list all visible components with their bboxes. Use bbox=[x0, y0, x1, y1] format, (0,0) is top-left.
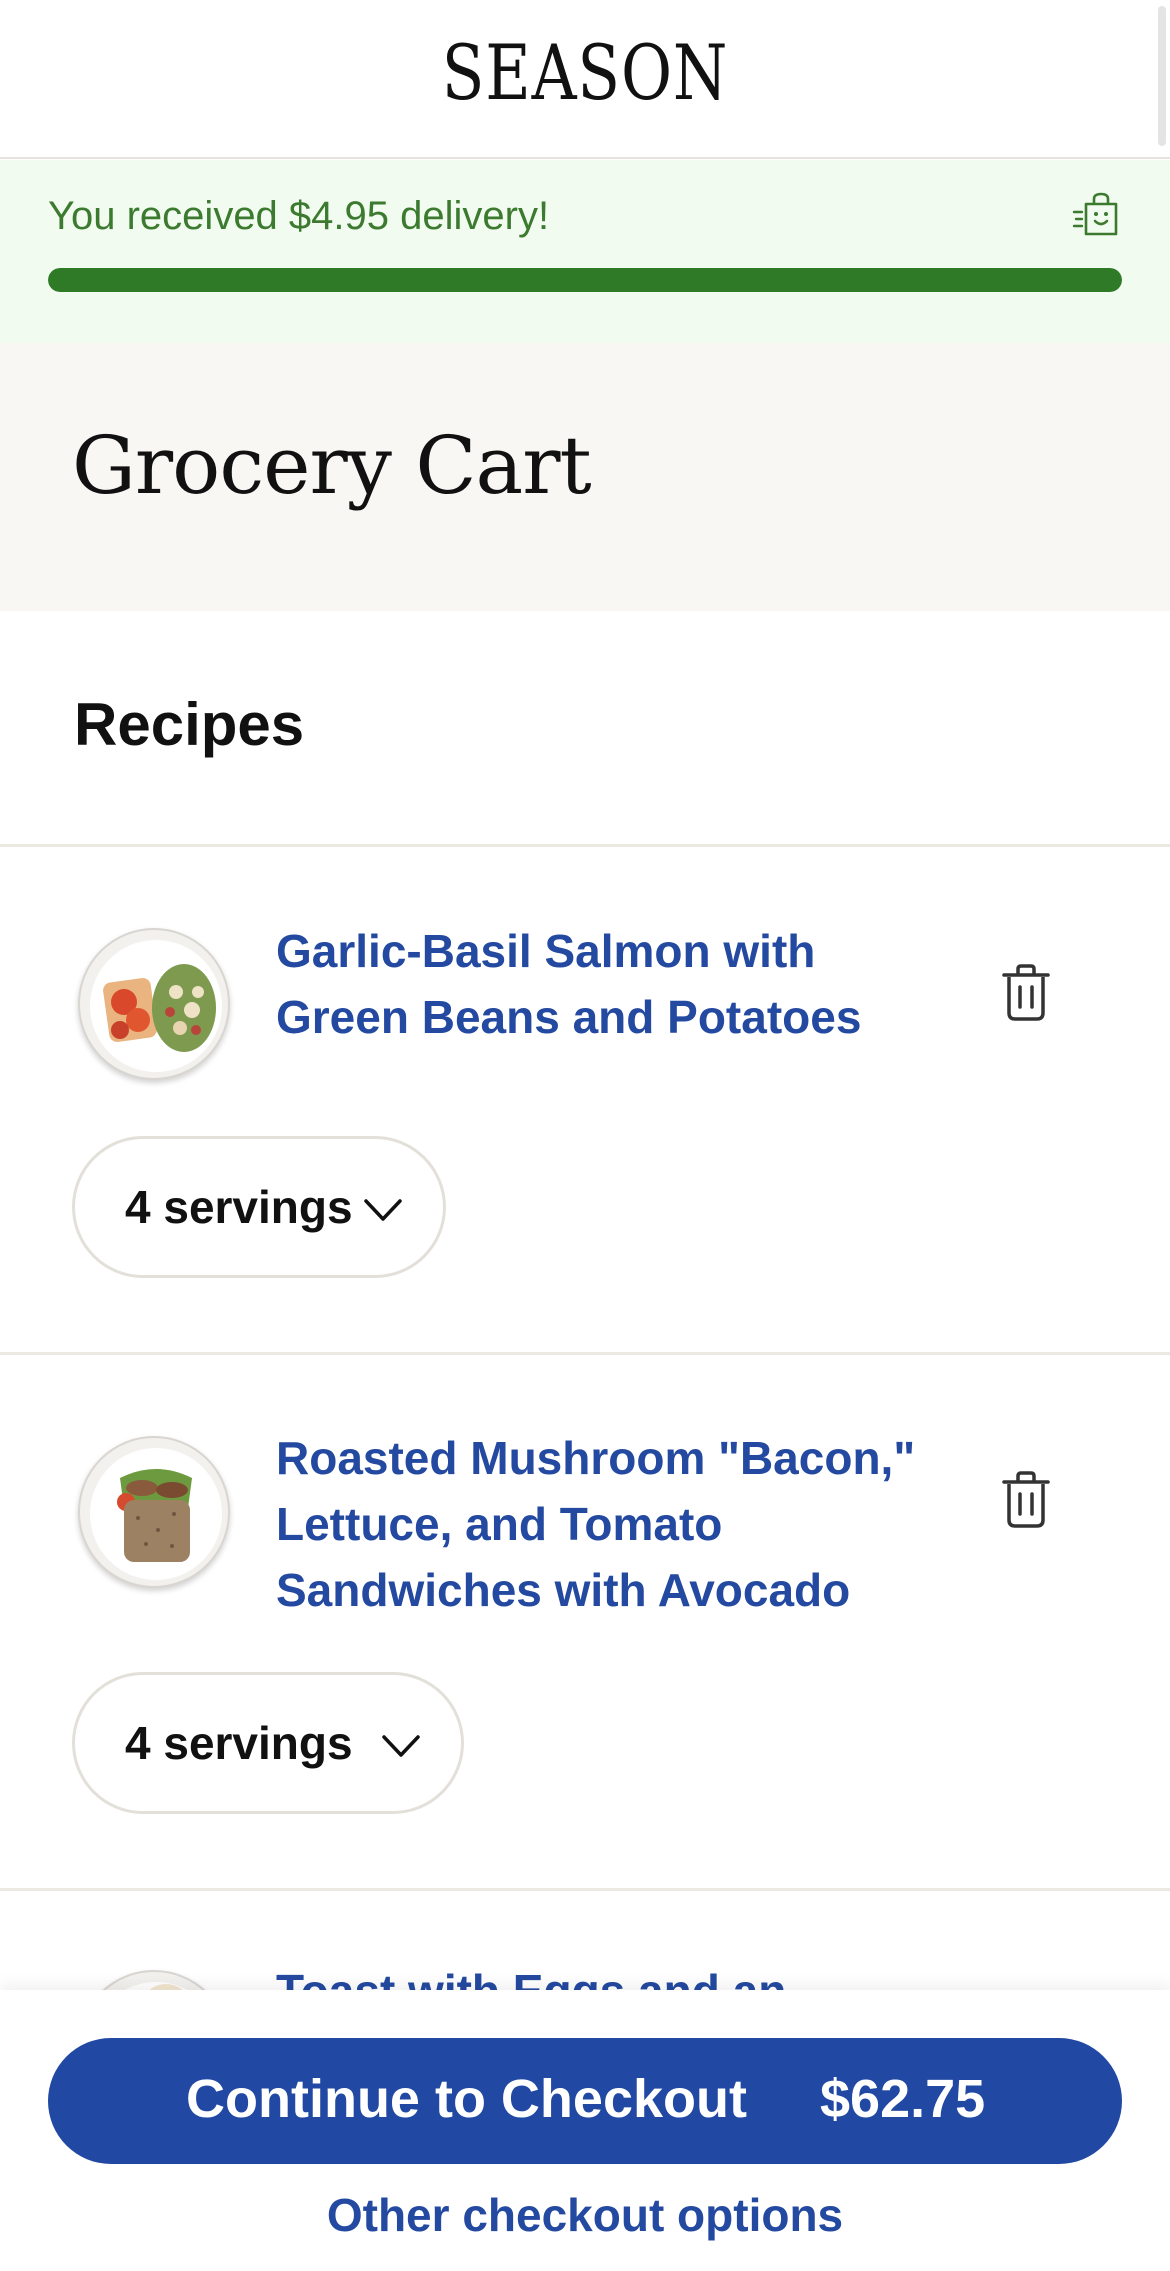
delivery-progress-bar bbox=[48, 268, 1122, 292]
servings-value: 4 servings bbox=[125, 1717, 353, 1769]
page-title-band: Grocery Cart bbox=[0, 343, 1170, 611]
delivery-promo-banner: You received $4.95 delivery! bbox=[0, 160, 1170, 343]
shopping-bag-icon bbox=[1072, 192, 1118, 236]
servings-dropdown[interactable]: 4 servings bbox=[72, 1136, 446, 1278]
divider bbox=[0, 1888, 1170, 1891]
trash-icon[interactable] bbox=[1000, 963, 1052, 1023]
app-header: SEASON bbox=[0, 0, 1170, 159]
chevron-down-icon bbox=[382, 1735, 420, 1757]
checkout-button-label: Continue to Checkout bbox=[186, 2069, 747, 2129]
chevron-down-icon bbox=[364, 1199, 402, 1221]
checkout-footer: Continue to Checkout $62.75 Other checko… bbox=[0, 1990, 1170, 2271]
page-title: Grocery Cart bbox=[72, 419, 592, 512]
divider bbox=[0, 844, 1170, 847]
checkout-total: $62.75 bbox=[820, 2069, 986, 2129]
trash-icon[interactable] bbox=[1000, 1470, 1052, 1530]
season-logo[interactable]: SEASON bbox=[105, 28, 1064, 117]
salmon-plate-image[interactable] bbox=[78, 928, 230, 1080]
servings-value: 4 servings bbox=[125, 1181, 353, 1233]
divider bbox=[0, 1352, 1170, 1355]
continue-to-checkout-button[interactable]: Continue to Checkout $62.75 bbox=[48, 2038, 1122, 2164]
recipe-title-link[interactable]: Garlic-Basil Salmon with Green Beans and… bbox=[276, 918, 916, 1050]
other-checkout-options-link[interactable]: Other checkout options bbox=[0, 2188, 1170, 2242]
recipe-title-link[interactable]: Roasted Mushroom "Bacon," Lettuce, and T… bbox=[276, 1425, 916, 1623]
promo-message: You received $4.95 delivery! bbox=[48, 194, 550, 238]
recipes-section-title: Recipes bbox=[74, 691, 305, 758]
delivery-progress-fill bbox=[48, 268, 1122, 292]
scrollbar[interactable] bbox=[1158, 6, 1166, 146]
servings-dropdown[interactable]: 4 servings bbox=[72, 1672, 464, 1814]
sandwich-plate-image[interactable] bbox=[78, 1436, 230, 1588]
